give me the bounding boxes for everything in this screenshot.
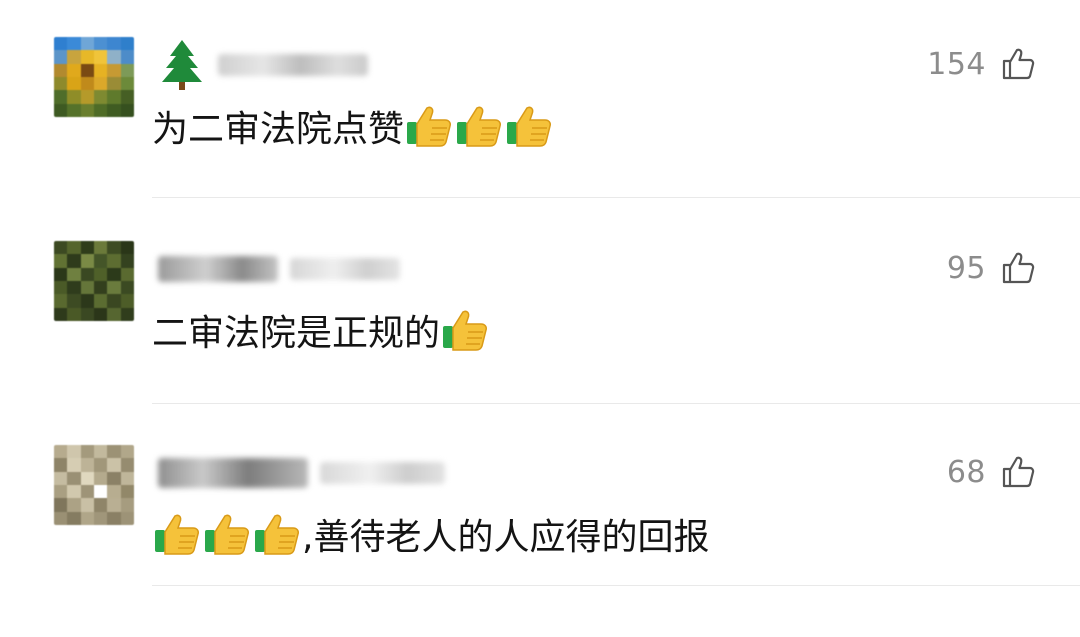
username-redacted[interactable] [158,40,368,90]
comment-text: 为二审法院点赞 [152,100,554,160]
comment-text: 二审法院是正规的 [152,304,490,364]
redacted-name-block [158,256,278,282]
thumbs-up-emoji-icon [255,514,299,555]
avatar-image [54,445,134,525]
like-count: 68 [946,454,986,490]
like-count: 95 [946,250,986,286]
redacted-name-block [290,258,400,280]
comment-item: 68 ,善待老人的人应得的回报 [0,408,1080,612]
thumbs-up-outline-icon [1002,456,1035,488]
redacted-name-block [320,462,445,484]
thumbs-up-outline-icon [1002,252,1035,284]
avatar-image [54,241,134,321]
comment-body: 为二审法院点赞 [152,109,405,150]
comment-body: ,善待老人的人应得的回报 [302,517,710,558]
redacted-name-block [158,458,308,488]
comment-body: 二审法院是正规的 [152,313,441,354]
like-count: 154 [927,46,986,82]
user-avatar[interactable] [54,241,134,321]
thumbs-up-emoji-icon [457,106,502,147]
like-control[interactable]: 68 [947,454,1036,490]
avatar-image [54,37,134,117]
username-redacted[interactable] [158,448,445,498]
thumbs-up-emoji-icon [205,514,249,555]
thumbs-up-outline-icon [1002,48,1035,80]
divider [152,585,1080,586]
comment-item: 95 二审法院是正规的 [0,204,1080,408]
comment-text: ,善待老人的人应得的回报 [152,508,709,568]
divider [152,197,1080,198]
divider [152,403,1080,404]
thumbs-up-emoji-icon [407,106,452,147]
thumbs-up-emoji-icon [155,514,199,555]
like-control[interactable]: 154 [927,46,1036,82]
user-avatar[interactable] [54,37,134,117]
thumbs-up-emoji-icon [507,106,552,147]
thumbs-up-emoji-icon [443,310,488,351]
comment-item: 154 为二审法院点赞 [0,0,1080,204]
tree-icon [162,40,202,90]
username-redacted[interactable] [158,244,400,294]
like-control[interactable]: 95 [947,250,1036,286]
user-avatar[interactable] [54,445,134,525]
redacted-name-block [218,54,368,76]
